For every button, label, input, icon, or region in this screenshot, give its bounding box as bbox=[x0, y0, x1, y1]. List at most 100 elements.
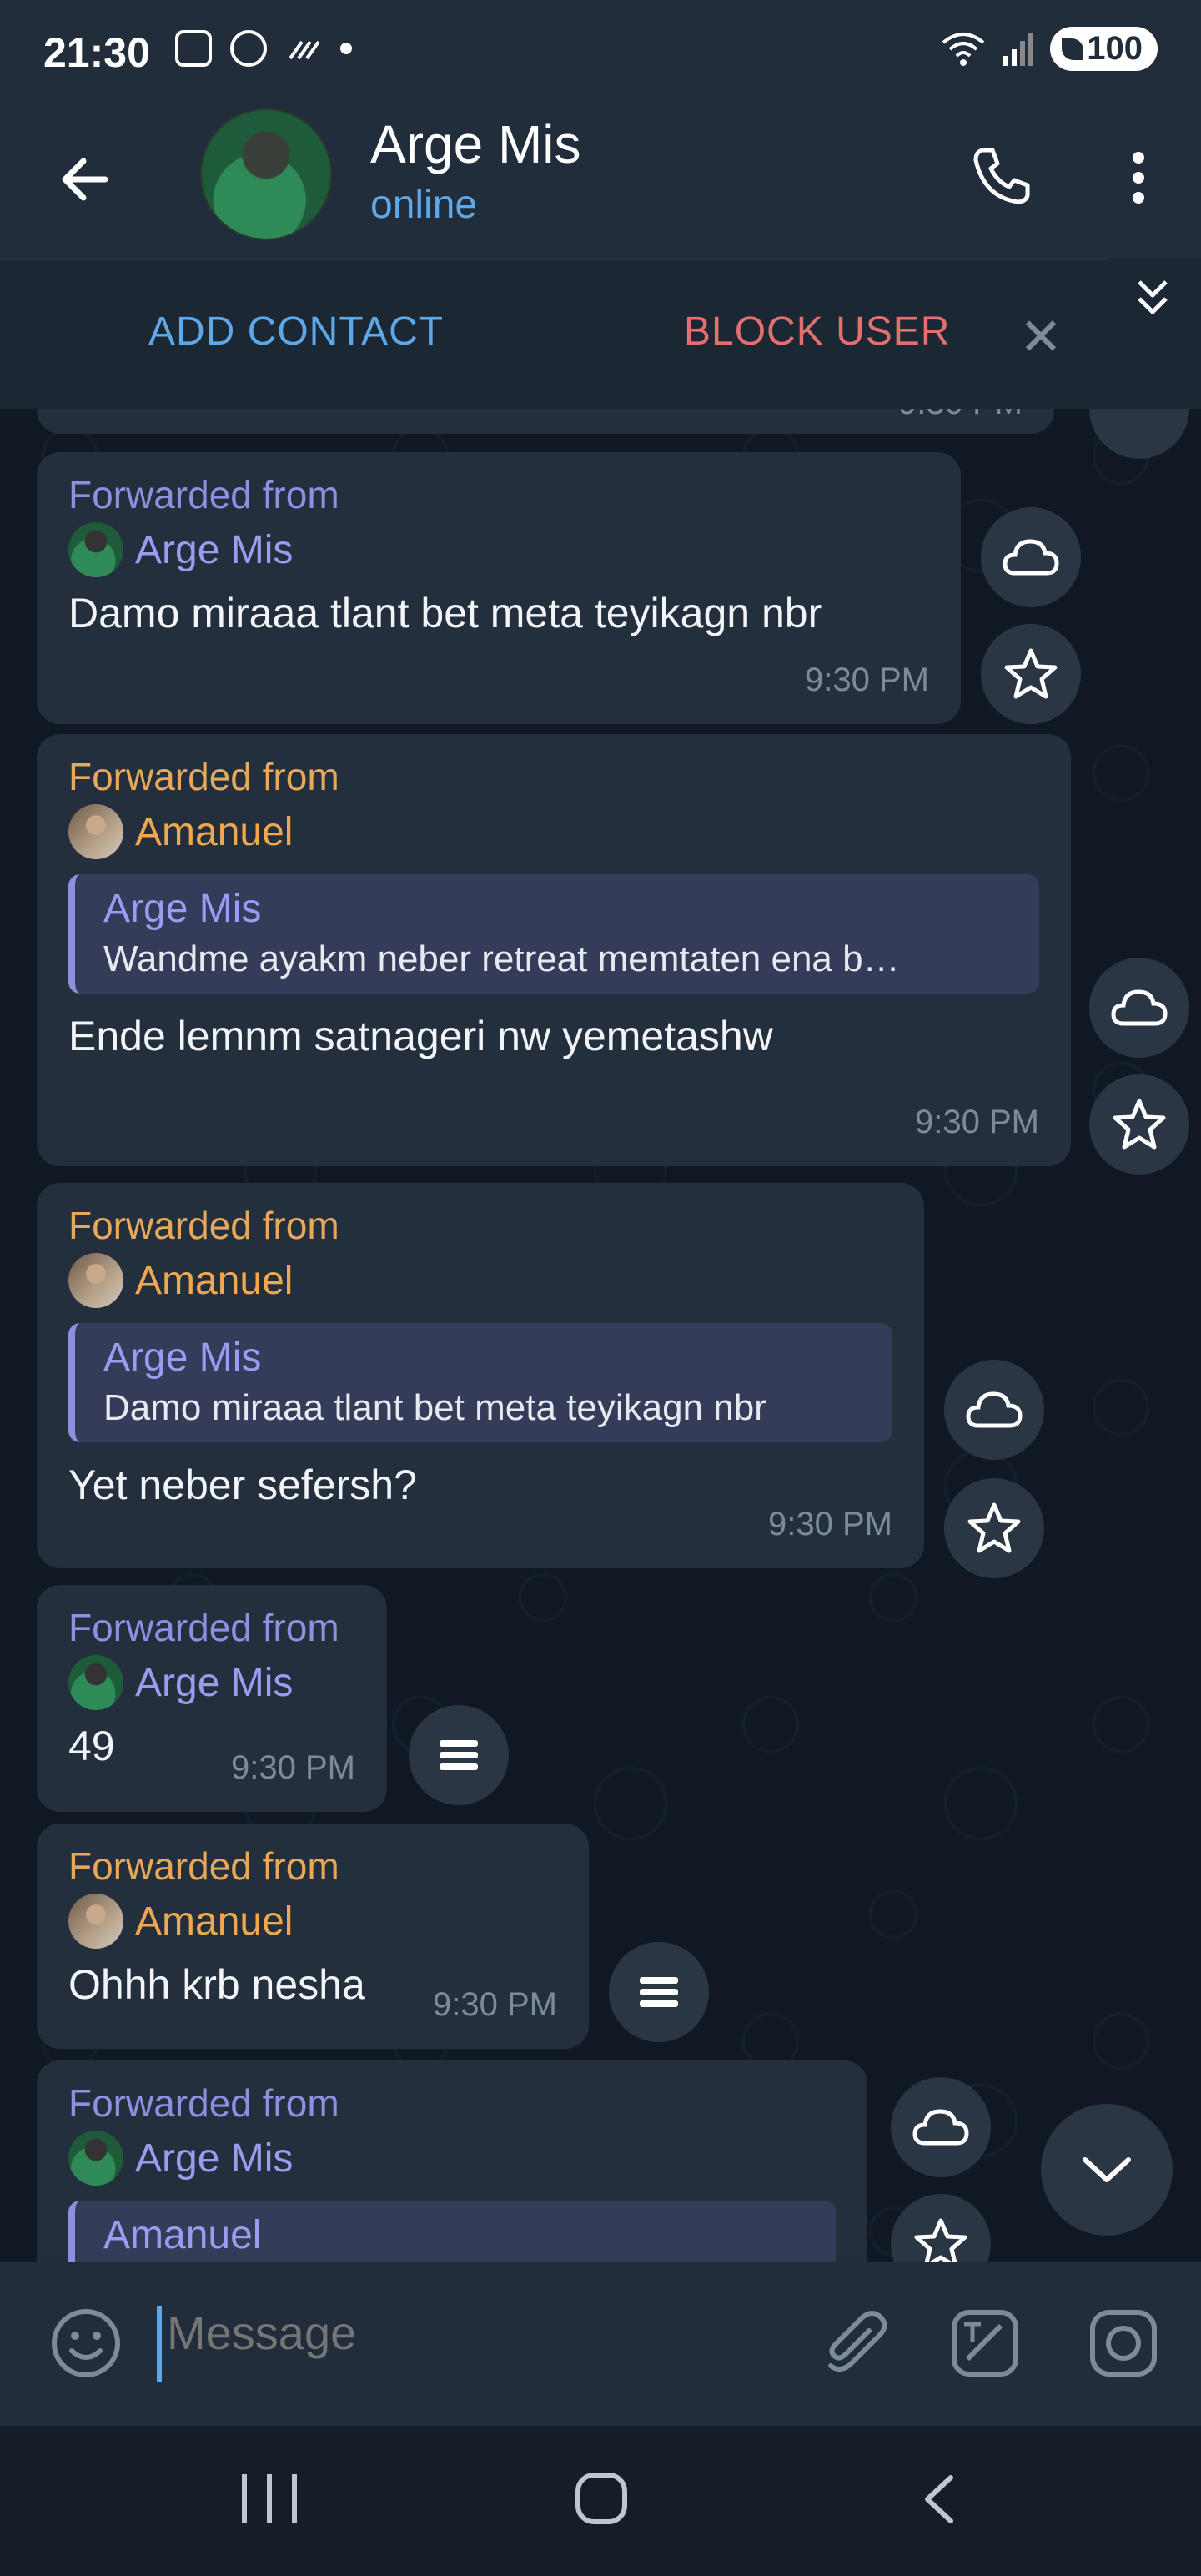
star-icon bbox=[967, 1502, 1021, 1553]
quote-text: Wandme ayakm neber retreat memtaten ena … bbox=[103, 938, 900, 979]
recent-apps-icon[interactable] bbox=[242, 2474, 297, 2523]
status-bar: 21:30 100 bbox=[0, 0, 1201, 98]
message-bubble[interactable]: Forwarded from Amanuel Ohhh krb nesha 9:… bbox=[37, 1824, 589, 2049]
notification-dot-icon bbox=[340, 43, 352, 54]
reply-quote[interactable]: Arge Mis Wandme ayakm neber retreat memt… bbox=[68, 874, 1039, 994]
message-input[interactable] bbox=[167, 2306, 751, 2360]
status-right: 100 bbox=[940, 27, 1158, 71]
wifi-icon bbox=[942, 32, 985, 66]
star-button[interactable] bbox=[1089, 1074, 1189, 1175]
contact-avatar[interactable] bbox=[200, 108, 332, 240]
close-icon[interactable]: ✕ bbox=[1019, 312, 1063, 364]
message-text: Ende lemnm satnageri nw yemetashw bbox=[68, 1013, 773, 1059]
cloud-icon bbox=[966, 1391, 1023, 1428]
cloud-save-button[interactable] bbox=[891, 2077, 991, 2177]
battery-level: 100 bbox=[1087, 30, 1143, 67]
message-composer bbox=[0, 2262, 1201, 2426]
forwarded-sender[interactable]: Amanuel bbox=[68, 804, 1039, 859]
sender-avatar bbox=[68, 2131, 123, 2186]
forwarded-label: Forwarded from bbox=[68, 1844, 339, 1888]
forwarded-sender[interactable]: Arge Mis bbox=[68, 2131, 836, 2186]
sender-name: Amanuel bbox=[135, 809, 294, 854]
message-list[interactable]: 9:30 PM Forwarded from Arge Mis Damo mir… bbox=[0, 409, 1201, 2262]
notification-icons bbox=[175, 30, 352, 67]
text-caret bbox=[157, 2306, 162, 2382]
cloud-icon bbox=[1111, 989, 1168, 1026]
quote-author: Amanuel bbox=[103, 2213, 262, 2257]
message-bubble[interactable]: Forwarded from Arge Mis 49 9:30 PM bbox=[37, 1585, 387, 1812]
status-time: 21:30 bbox=[43, 29, 150, 76]
star-icon bbox=[1113, 1099, 1166, 1150]
forwarded-label: Forwarded from bbox=[68, 2081, 339, 2125]
sender-name: Arge Mis bbox=[135, 527, 294, 572]
battery-indicator: 100 bbox=[1050, 27, 1158, 71]
list-button[interactable] bbox=[409, 1705, 509, 1805]
contact-action-bar: ADD CONTACT BLOCK USER ✕ bbox=[0, 259, 1201, 409]
quote-text: Damo miraaa tlant bet meta teyikagn nbr bbox=[103, 1387, 766, 1428]
forwarded-label: Forwarded from bbox=[68, 473, 339, 516]
message-time: 9:30 PM bbox=[805, 662, 929, 698]
telegram-icon bbox=[230, 30, 267, 67]
more-vertical-icon[interactable] bbox=[1118, 142, 1159, 214]
star-button[interactable] bbox=[944, 1478, 1044, 1578]
contact-status: online bbox=[370, 183, 478, 227]
list-icon bbox=[640, 1977, 678, 2007]
sender-name: Amanuel bbox=[135, 1899, 294, 1944]
arrow-left-icon[interactable] bbox=[55, 148, 117, 210]
message-bubble[interactable]: Forwarded from Amanuel Arge Mis Wandme a… bbox=[37, 734, 1071, 1166]
chevron-down-icon bbox=[1083, 2157, 1131, 2182]
paperclip-icon[interactable] bbox=[817, 2306, 892, 2381]
system-navigation-bar bbox=[0, 2426, 1201, 2576]
star-button[interactable] bbox=[981, 624, 1081, 724]
contact-name[interactable]: Arge Mis bbox=[370, 113, 581, 175]
forwarded-sender[interactable]: Amanuel bbox=[68, 1253, 892, 1308]
screenshot-icon bbox=[175, 30, 212, 67]
block-user-button[interactable]: BLOCK USER bbox=[684, 309, 950, 355]
message-bubble[interactable]: 9:30 PM bbox=[37, 409, 1054, 434]
forwarded-sender[interactable]: Arge Mis bbox=[68, 522, 929, 577]
cell-signal-icon bbox=[1003, 32, 1034, 66]
message-bubble[interactable]: Forwarded from Arge Mis Amanuel bbox=[37, 2060, 867, 2262]
sender-name: Amanuel bbox=[135, 1258, 294, 1303]
message-time: 9:30 PM bbox=[915, 1104, 1039, 1140]
message-bubble[interactable]: Forwarded from Amanuel Arge Mis Damo mir… bbox=[37, 1183, 924, 1568]
reply-quote[interactable]: Amanuel bbox=[68, 2201, 836, 2262]
collapse-panel-button[interactable] bbox=[1109, 259, 1201, 325]
battery-saver-icon bbox=[1062, 38, 1084, 60]
message-bubble[interactable]: Forwarded from Arge Mis Damo miraaa tlan… bbox=[37, 452, 961, 724]
reply-quote[interactable]: Arge Mis Damo miraaa tlant bet meta teyi… bbox=[68, 1323, 892, 1442]
cloud-save-button[interactable] bbox=[1089, 958, 1189, 1058]
message-text: Damo miraaa tlant bet meta teyikagn nbr bbox=[68, 590, 822, 636]
message-text: Yet neber sefersh? bbox=[68, 1462, 417, 1508]
signal-stripes-icon bbox=[289, 40, 320, 60]
back-icon[interactable] bbox=[916, 2473, 966, 2526]
forwarded-sender[interactable]: Amanuel bbox=[68, 1894, 557, 1949]
sender-name: Arge Mis bbox=[135, 2136, 294, 2181]
chevrons-down-icon bbox=[1138, 280, 1168, 314]
message-time: 9:30 PM bbox=[231, 1749, 355, 1786]
star-icon bbox=[914, 2218, 967, 2262]
list-button[interactable] bbox=[609, 1942, 709, 2042]
forwarded-label: Forwarded from bbox=[68, 1606, 339, 1649]
sticker-icon[interactable] bbox=[947, 2306, 1023, 2381]
forwarded-label: Forwarded from bbox=[68, 1204, 339, 1247]
cloud-icon bbox=[912, 2109, 969, 2146]
cloud-save-button[interactable] bbox=[944, 1360, 1044, 1460]
scroll-to-bottom-button[interactable] bbox=[1041, 2104, 1173, 2236]
cloud-icon bbox=[1003, 539, 1059, 576]
message-time: 9:30 PM bbox=[898, 409, 1023, 422]
camera-icon[interactable] bbox=[1086, 2306, 1161, 2381]
star-icon bbox=[1004, 648, 1058, 699]
quote-author: Arge Mis bbox=[103, 887, 262, 931]
home-icon[interactable] bbox=[575, 2473, 627, 2524]
add-contact-button[interactable]: ADD CONTACT bbox=[148, 309, 444, 355]
message-time: 9:30 PM bbox=[768, 1506, 892, 1542]
smile-icon[interactable] bbox=[48, 2306, 123, 2381]
cloud-save-button[interactable] bbox=[981, 507, 1081, 607]
sender-avatar bbox=[68, 1894, 123, 1949]
phone-icon[interactable] bbox=[967, 142, 1036, 210]
quote-author: Arge Mis bbox=[103, 1336, 262, 1380]
forwarded-sender[interactable]: Arge Mis bbox=[68, 1655, 355, 1710]
sender-name: Arge Mis bbox=[135, 1660, 294, 1705]
sender-avatar bbox=[68, 522, 123, 577]
